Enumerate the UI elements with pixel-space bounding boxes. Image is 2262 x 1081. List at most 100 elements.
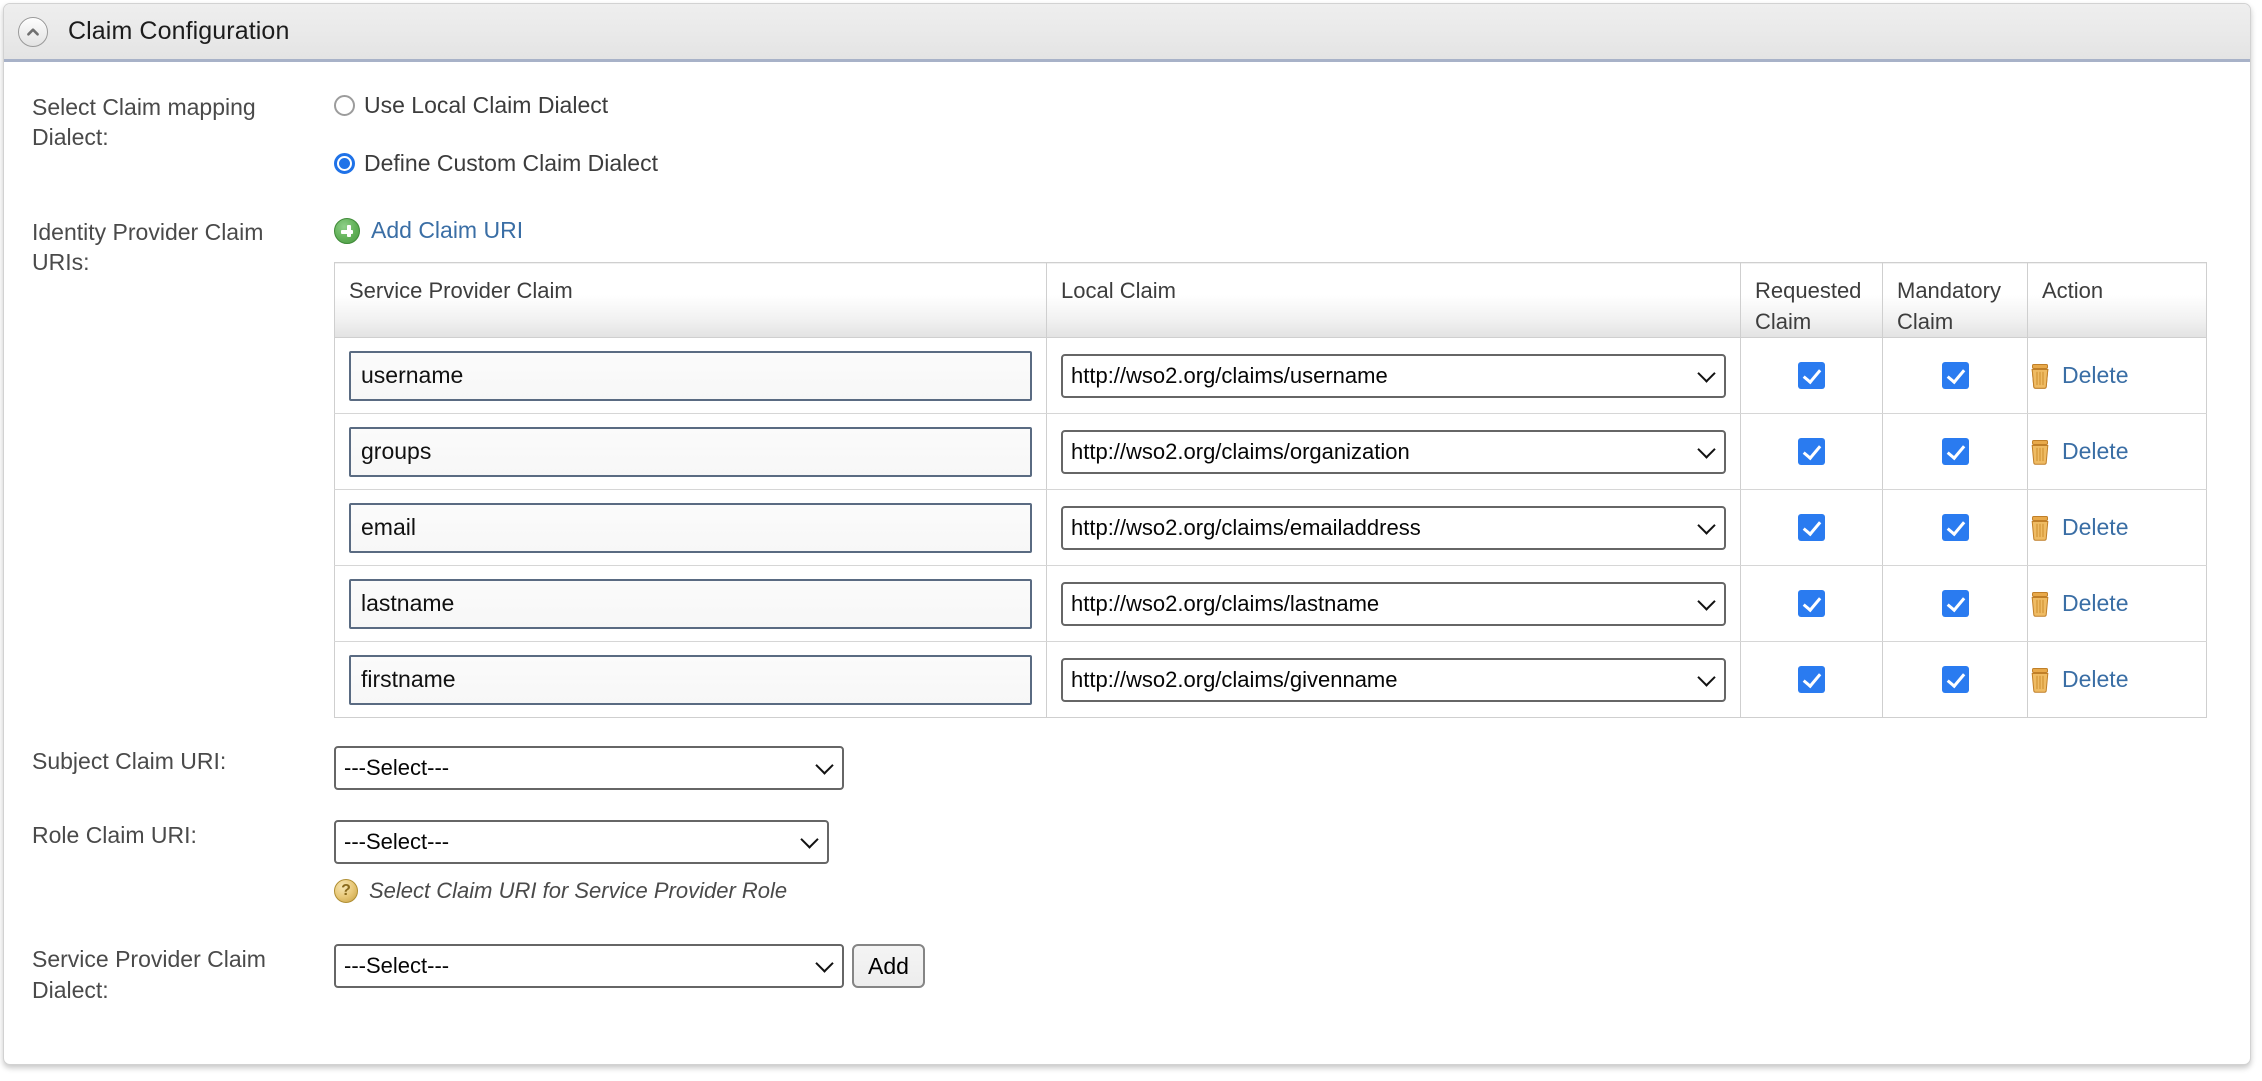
table-row: http://wso2.org/claims/username xyxy=(334,337,2207,415)
radio-button-checked[interactable] xyxy=(334,153,355,174)
cell-local-claim: http://wso2.org/claims/organization xyxy=(1046,413,1741,491)
cell-action: Delete xyxy=(2028,642,2207,718)
table-header-row: Service Provider Claim Local Claim Reque… xyxy=(334,262,2207,339)
table-row: http://wso2.org/claims/givenname xyxy=(334,641,2207,718)
column-header-service-provider-claim: Service Provider Claim xyxy=(334,262,1047,339)
radio-label-use-local[interactable]: Use Local Claim Dialect xyxy=(364,92,608,119)
column-header-mandatory-claim: Mandatory Claim xyxy=(1882,262,2028,339)
cell-service-provider-claim xyxy=(334,641,1047,718)
role-claim-uri-label: Role Claim URI: xyxy=(32,822,197,849)
cell-mandatory-claim xyxy=(1882,641,2028,718)
mandatory-claim-checkbox[interactable] xyxy=(1941,438,1969,466)
sp-claim-dialect-select[interactable]: ---Select--- xyxy=(334,944,844,989)
sp-claim-dialect-control: ---Select--- Add xyxy=(334,944,2250,989)
cell-requested-claim xyxy=(1740,565,1883,643)
delete-button[interactable]: Delete xyxy=(2028,362,2206,389)
local-claim-select[interactable]: http://wso2.org/claims/emailaddress xyxy=(1061,505,1726,550)
trash-icon[interactable] xyxy=(2028,363,2052,389)
column-header-requested-claim: Requested Claim xyxy=(1740,262,1883,339)
help-circle-icon[interactable]: ? xyxy=(334,879,358,904)
requested-claim-checkbox[interactable] xyxy=(1798,666,1825,694)
requested-claim-checkbox[interactable] xyxy=(1798,438,1825,466)
delete-button[interactable]: Delete xyxy=(2028,666,2206,693)
delete-button[interactable]: Delete xyxy=(2028,590,2206,617)
cell-requested-claim xyxy=(1740,413,1883,491)
add-button[interactable]: Add xyxy=(852,944,925,989)
trash-icon[interactable] xyxy=(2028,667,2052,693)
role-claim-uri-hint-text: Select Claim URI for Service Provider Ro… xyxy=(369,878,788,904)
delete-button[interactable]: Delete xyxy=(2028,438,2206,465)
idp-claim-uris-label: Identity Provider Claim URIs: xyxy=(32,219,264,276)
panel-header: Claim Configuration xyxy=(4,4,2250,62)
plus-circle-icon[interactable] xyxy=(334,217,360,244)
cell-local-claim: http://wso2.org/claims/emailaddress xyxy=(1046,489,1741,567)
cell-service-provider-claim xyxy=(334,413,1047,491)
service-provider-claim-input[interactable] xyxy=(349,502,1032,553)
cell-requested-claim xyxy=(1740,641,1883,718)
service-provider-claim-input[interactable] xyxy=(349,654,1032,705)
cell-action: Delete xyxy=(2027,489,2207,567)
mandatory-claim-checkbox[interactable] xyxy=(1941,514,1969,542)
claims-table: Service Provider Claim Local Claim Reque… xyxy=(334,262,2207,719)
add-claim-uri-label[interactable]: Add Claim URI xyxy=(371,217,523,244)
cell-action: Delete xyxy=(2027,413,2207,491)
claim-configuration-panel: Claim Configuration Select Claim mapping… xyxy=(3,3,2251,1065)
local-claim-select[interactable]: http://wso2.org/claims/givenname xyxy=(1061,657,1726,702)
radio-button-unchecked[interactable] xyxy=(334,95,355,116)
role-claim-uri-row: Role Claim URI: ---Select--- ? Select Cl… xyxy=(4,820,2250,904)
sp-claim-dialect-row: Service Provider Claim Dialect: ---Selec… xyxy=(4,944,2250,1005)
service-provider-claim-input[interactable] xyxy=(349,426,1032,477)
trash-icon[interactable] xyxy=(2028,515,2052,541)
cell-action: Delete xyxy=(2027,565,2207,643)
mandatory-claim-checkbox[interactable] xyxy=(1941,666,1969,694)
trash-icon[interactable] xyxy=(2028,439,2052,465)
cell-service-provider-claim xyxy=(334,489,1047,567)
local-claim-select[interactable]: http://wso2.org/claims/lastname xyxy=(1061,581,1726,626)
claim-mapping-dialect-options: Use Local Claim Dialect Define Custom Cl… xyxy=(334,92,2250,177)
cell-action: Delete xyxy=(2027,337,2207,415)
delete-button[interactable]: Delete xyxy=(2028,514,2206,541)
table-row: http://wso2.org/claims/emailaddress xyxy=(334,489,2207,567)
subject-claim-uri-select[interactable]: ---Select--- xyxy=(334,746,844,791)
delete-label[interactable]: Delete xyxy=(2062,362,2128,389)
delete-label[interactable]: Delete xyxy=(2062,438,2128,465)
mandatory-claim-checkbox[interactable] xyxy=(1941,362,1969,390)
cell-mandatory-claim xyxy=(1882,489,2028,567)
requested-claim-checkbox[interactable] xyxy=(1798,514,1825,542)
cell-service-provider-claim xyxy=(334,565,1047,643)
role-claim-uri-select[interactable]: ---Select--- xyxy=(334,820,829,865)
cell-requested-claim xyxy=(1740,489,1883,567)
add-claim-uri-button[interactable]: Add Claim URI xyxy=(334,217,2250,244)
cell-mandatory-claim xyxy=(1882,565,2028,643)
role-claim-uri-control: ---Select--- ? Select Claim URI for Serv… xyxy=(334,820,2250,904)
radio-label-define-custom[interactable]: Define Custom Claim Dialect xyxy=(364,150,658,177)
delete-label[interactable]: Delete xyxy=(2062,590,2128,617)
service-provider-claim-input[interactable] xyxy=(349,578,1032,629)
chevron-up-icon[interactable] xyxy=(18,16,48,47)
panel-body: Select Claim mapping Dialect: Use Local … xyxy=(4,92,2250,1005)
cell-requested-claim xyxy=(1740,337,1883,415)
delete-label[interactable]: Delete xyxy=(2062,514,2128,541)
requested-claim-checkbox[interactable] xyxy=(1798,362,1825,390)
local-claim-select[interactable]: http://wso2.org/claims/username xyxy=(1061,353,1726,398)
column-header-local-claim: Local Claim xyxy=(1046,262,1741,339)
radio-use-local-claim-dialect[interactable]: Use Local Claim Dialect xyxy=(334,92,2250,119)
cell-mandatory-claim xyxy=(1882,337,2028,415)
mandatory-claim-checkbox[interactable] xyxy=(1941,590,1969,618)
claim-mapping-dialect-label: Select Claim mapping Dialect: xyxy=(32,94,256,151)
subject-claim-uri-label: Subject Claim URI: xyxy=(32,748,227,775)
local-claim-select[interactable]: http://wso2.org/claims/organization xyxy=(1061,429,1726,474)
subject-claim-uri-control: ---Select--- xyxy=(334,746,2250,791)
cell-service-provider-claim xyxy=(334,337,1047,415)
trash-icon[interactable] xyxy=(2028,591,2052,617)
table-row: http://wso2.org/claims/lastname xyxy=(334,565,2207,643)
radio-define-custom-claim-dialect[interactable]: Define Custom Claim Dialect xyxy=(334,150,2250,177)
service-provider-claim-input[interactable] xyxy=(349,350,1032,401)
requested-claim-checkbox[interactable] xyxy=(1798,590,1825,618)
claim-mapping-dialect-row: Select Claim mapping Dialect: Use Local … xyxy=(4,92,2250,177)
delete-label[interactable]: Delete xyxy=(2062,666,2128,693)
cell-local-claim: http://wso2.org/claims/username xyxy=(1046,337,1741,415)
cell-local-claim: http://wso2.org/claims/lastname xyxy=(1046,565,1741,643)
idp-claim-uris-content: Add Claim URI Service Provider Claim Loc… xyxy=(334,217,2250,719)
page-title: Claim Configuration xyxy=(68,17,290,45)
